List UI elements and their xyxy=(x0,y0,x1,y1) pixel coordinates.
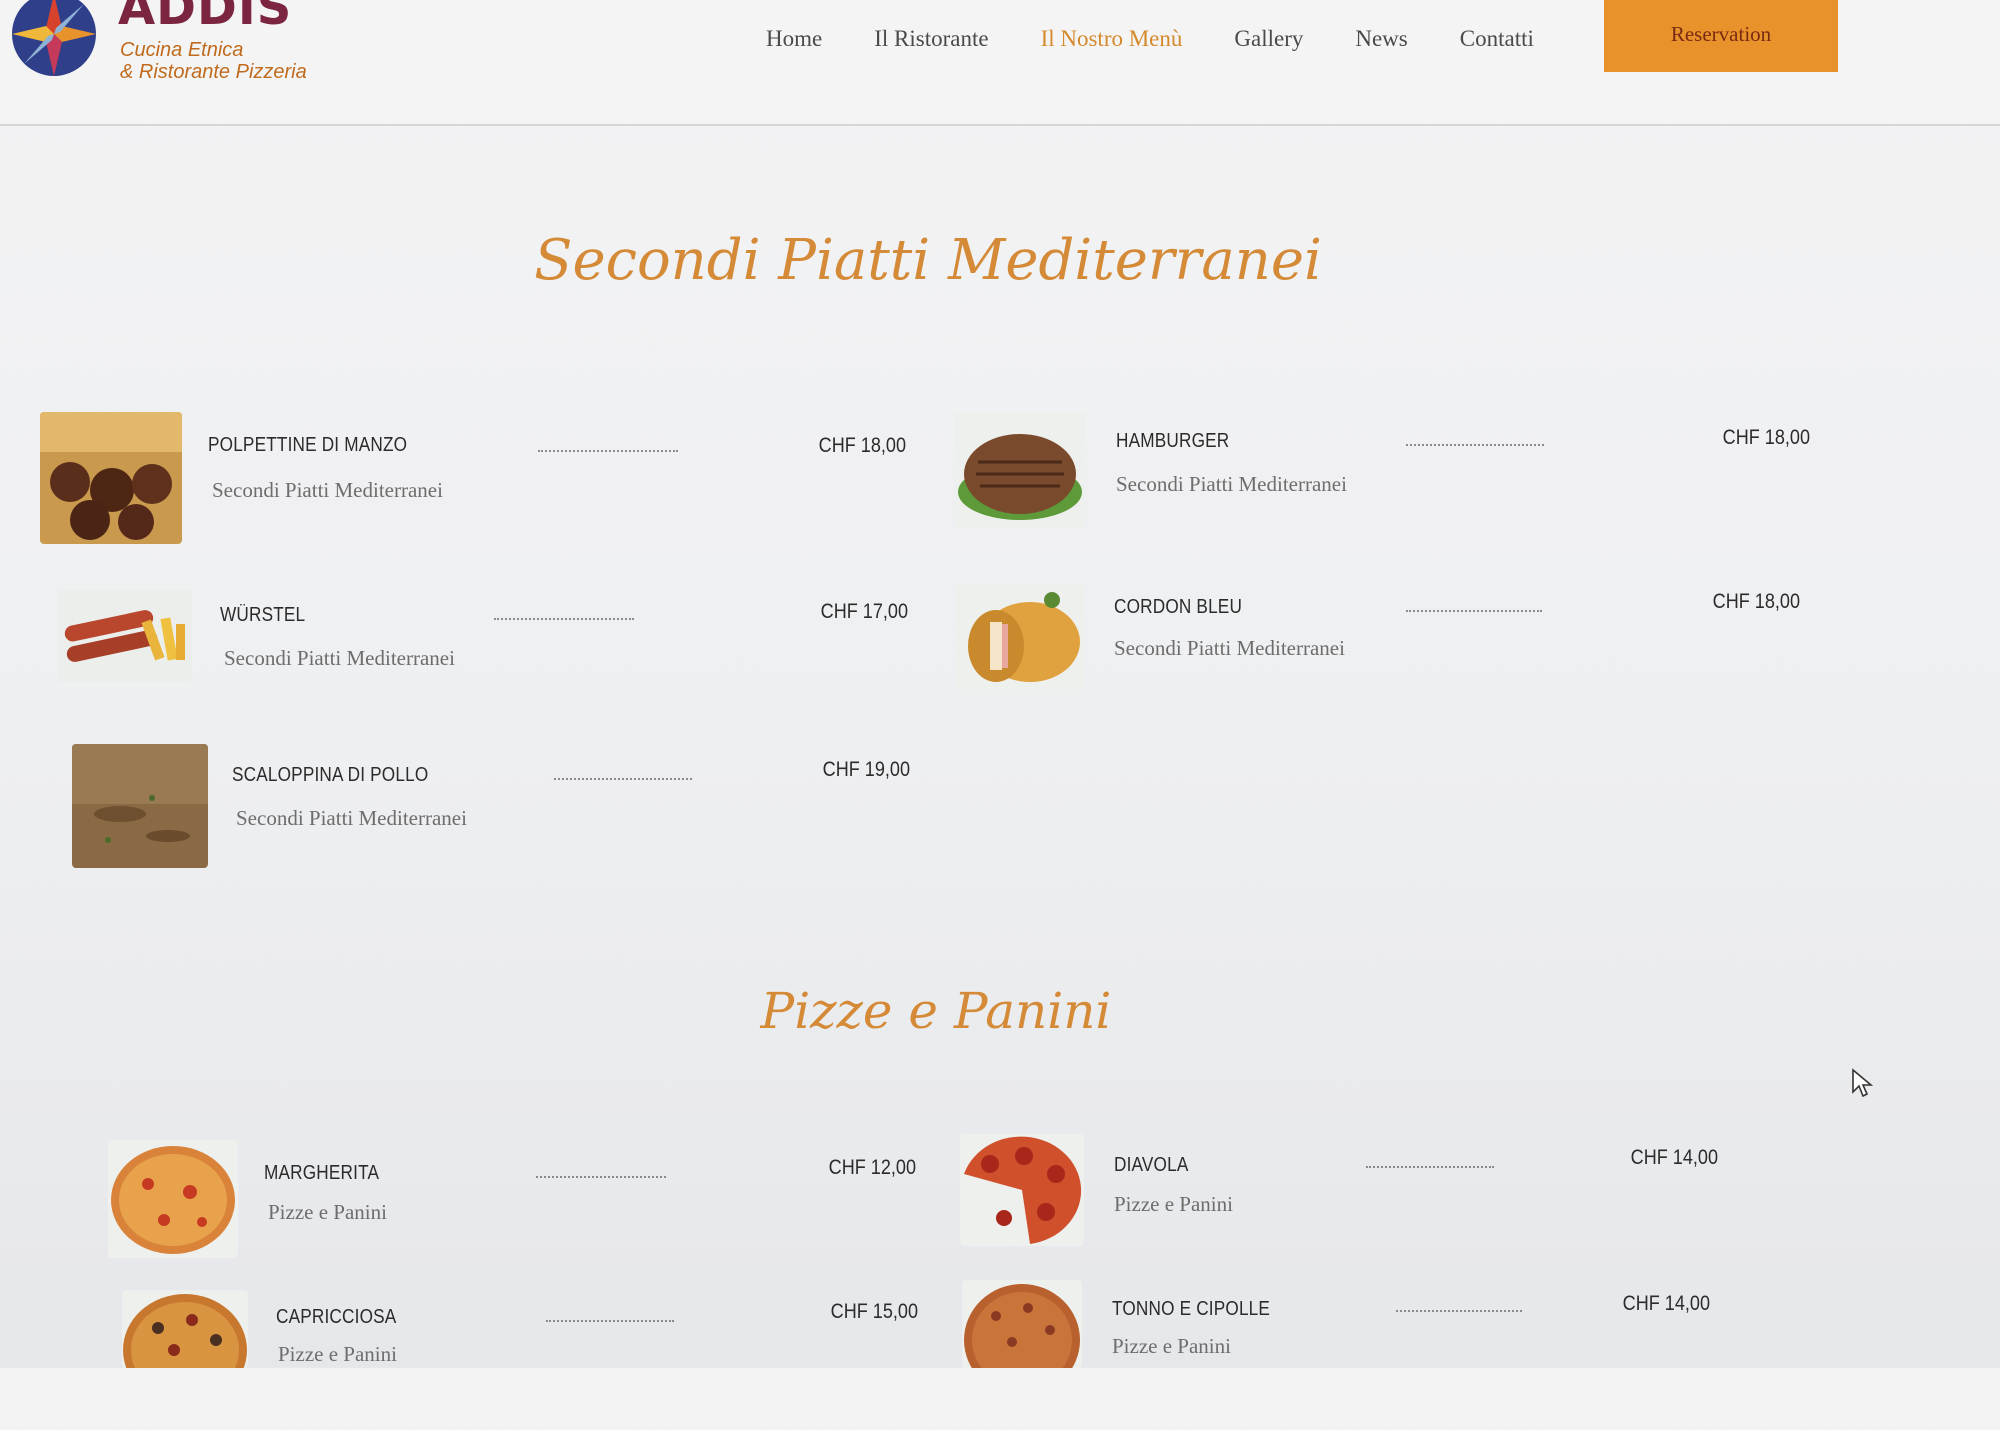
item-category: Pizze e Panini xyxy=(1114,1192,1233,1216)
pizza-diavola-image xyxy=(960,1134,1084,1246)
menu-item[interactable]: CORDON BLEU Secondi Piatti Mediterranei … xyxy=(956,584,1816,724)
item-category: Secondi Piatti Mediterranei xyxy=(1114,636,1345,660)
nav-gallery[interactable]: Gallery xyxy=(1208,22,1329,56)
item-name: WÜRSTEL xyxy=(220,604,306,626)
item-name: CAPRICCIOSA xyxy=(276,1306,397,1328)
logo-name: ADDIS xyxy=(118,0,293,36)
item-name: TONNO E CIPOLLE xyxy=(1112,1298,1271,1320)
item-dotted-leader xyxy=(1366,1166,1494,1168)
nav-il-ristorante[interactable]: Il Ristorante xyxy=(848,22,1014,56)
logo-subtitle-1: Cucina Etnica xyxy=(120,39,244,61)
menu-item[interactable]: SCALOPPINA DI POLLO Secondi Piatti Medit… xyxy=(72,744,912,884)
item-dotted-leader xyxy=(494,618,634,620)
pizza-margherita-image xyxy=(108,1140,238,1258)
nav-news[interactable]: News xyxy=(1329,22,1433,56)
item-category: Secondi Piatti Mediterranei xyxy=(236,806,467,830)
logo[interactable]: ADDIS Cucina Etnica & Ristorante Pizzeri… xyxy=(8,0,328,89)
item-price: CHF 12,00 xyxy=(828,1156,916,1179)
chicken-scaloppina-image xyxy=(72,744,208,868)
menu-item[interactable]: POLPETTINE DI MANZO Secondi Piatti Medit… xyxy=(40,412,910,552)
menu-item[interactable]: HAMBURGER Secondi Piatti Mediterranei CH… xyxy=(954,412,1814,552)
item-dotted-leader xyxy=(536,1176,666,1178)
item-dotted-leader xyxy=(546,1320,674,1322)
item-name: CORDON BLEU xyxy=(1114,596,1243,618)
item-price: CHF 18,00 xyxy=(818,434,906,457)
item-price: CHF 17,00 xyxy=(820,600,908,623)
burger-patty-image xyxy=(954,412,1086,528)
item-price: CHF 18,00 xyxy=(1712,590,1800,613)
nav-contatti[interactable]: Contatti xyxy=(1434,22,1560,56)
site-header: ADDIS Cucina Etnica & Ristorante Pizzeri… xyxy=(0,0,2000,126)
menu-item[interactable]: WÜRSTEL Secondi Piatti Mediterranei CHF … xyxy=(58,590,910,730)
logo-subtitle-2: & Ristorante Pizzeria xyxy=(120,61,307,83)
item-category: Pizze e Panini xyxy=(1112,1334,1231,1358)
item-category: Secondi Piatti Mediterranei xyxy=(212,478,443,502)
mouse-cursor-icon xyxy=(1852,1068,1873,1098)
sausages-image xyxy=(58,590,192,682)
item-price: CHF 14,00 xyxy=(1630,1146,1718,1169)
menu-item[interactable]: CAPRICCIOSA Pizze e Panini CHF 15,00 xyxy=(122,1290,922,1430)
item-name: SCALOPPINA DI POLLO xyxy=(232,764,429,786)
item-price: CHF 14,00 xyxy=(1622,1292,1710,1315)
item-dotted-leader xyxy=(554,778,692,780)
item-name: HAMBURGER xyxy=(1116,430,1230,452)
item-dotted-leader xyxy=(1406,610,1542,612)
item-category: Pizze e Panini xyxy=(268,1200,387,1224)
section-title-secondi: Secondi Piatti Mediterranei xyxy=(534,228,1322,293)
item-price: CHF 19,00 xyxy=(822,758,910,781)
nav-il-nostro-menu[interactable]: Il Nostro Menù xyxy=(1015,22,1209,56)
cordon-bleu-image xyxy=(956,584,1084,690)
item-category: Secondi Piatti Mediterranei xyxy=(1116,472,1347,496)
menu-item[interactable]: TONNO E CIPOLLE Pizze e Panini CHF 14,00 xyxy=(962,1280,1770,1420)
logo-compass-icon xyxy=(12,0,96,76)
item-category: Pizze e Panini xyxy=(278,1342,397,1366)
main-nav: Home Il Ristorante Il Nostro Menù Galler… xyxy=(740,22,1560,56)
menu-item[interactable]: MARGHERITA Pizze e Panini CHF 12,00 xyxy=(108,1140,918,1280)
reservation-button[interactable]: Reservation xyxy=(1604,0,1838,72)
section-title-pizze: Pizze e Panini xyxy=(760,982,1112,1040)
pizza-capricciosa-image xyxy=(122,1290,248,1368)
item-dotted-leader xyxy=(1406,444,1544,446)
item-category: Secondi Piatti Mediterranei xyxy=(224,646,455,670)
item-price: CHF 15,00 xyxy=(830,1300,918,1323)
item-name: DIAVOLA xyxy=(1114,1154,1189,1176)
item-name: POLPETTINE DI MANZO xyxy=(208,434,408,456)
meatballs-image xyxy=(40,412,182,544)
item-dotted-leader xyxy=(538,450,678,452)
item-price: CHF 18,00 xyxy=(1722,426,1810,449)
menu-item[interactable]: DIAVOLA Pizze e Panini CHF 14,00 xyxy=(960,1134,1776,1274)
nav-home[interactable]: Home xyxy=(740,22,848,56)
pizza-tonno-image xyxy=(962,1280,1082,1368)
item-dotted-leader xyxy=(1396,1310,1522,1312)
item-name: MARGHERITA xyxy=(264,1162,380,1184)
